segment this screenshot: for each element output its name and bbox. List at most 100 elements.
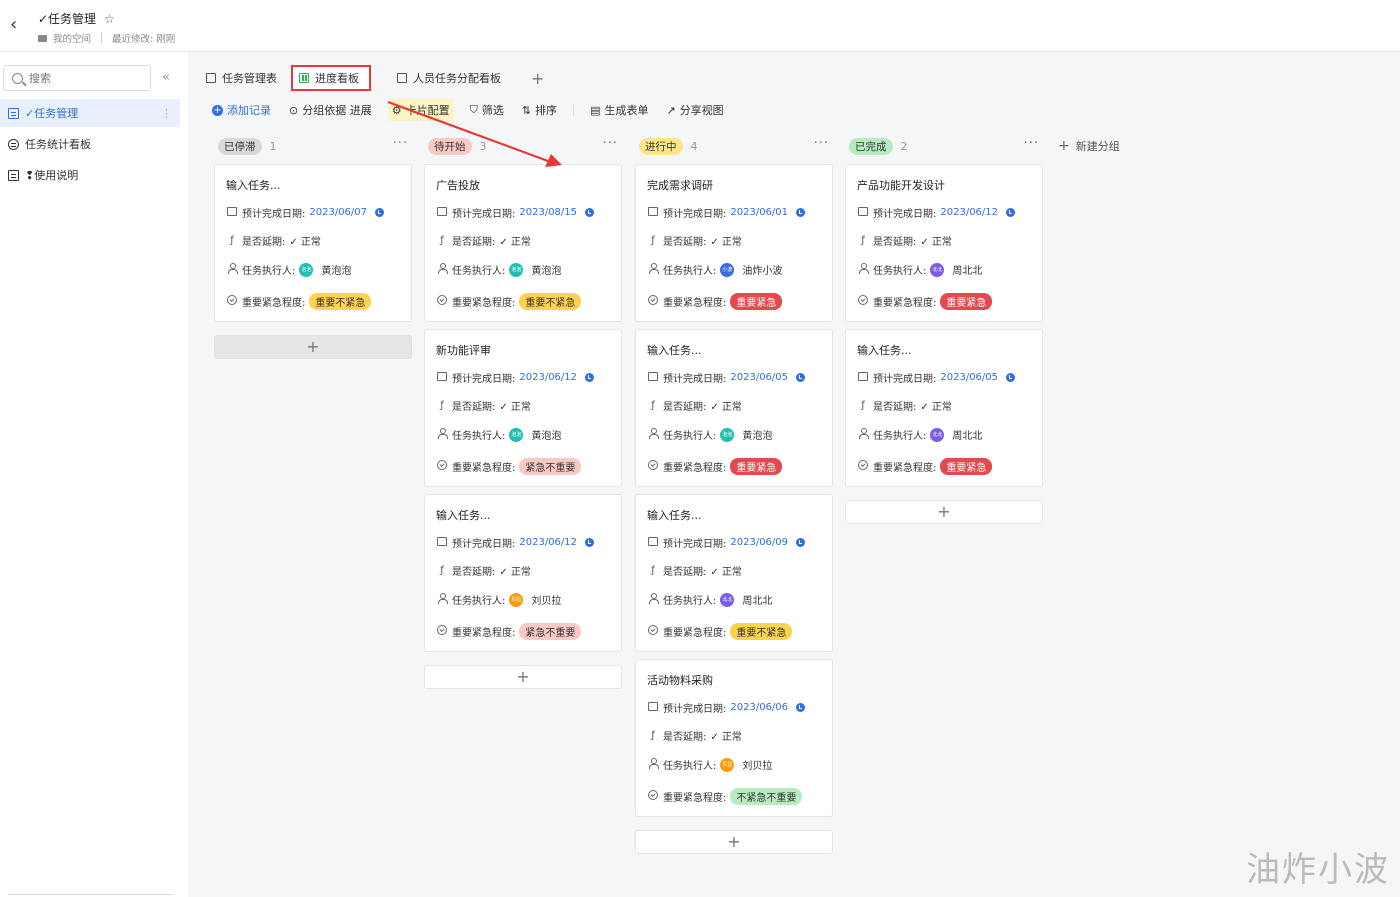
tab-assignment-board[interactable]: 人员任务分配看板 (391, 65, 511, 91)
task-card[interactable]: 输入任务... 预计完成日期: 2023/06/07 ƒ 是否延期: ✓ 正常 任务执行人:… (214, 164, 412, 322)
space-label[interactable]: 我的空间 (53, 31, 91, 45)
add-card-button[interactable]: + (214, 335, 412, 359)
main-area: 任务管理表 进度看板 人员任务分配看板 + + 添加记录 ⊙ 分组依据 进展 ⚙… (188, 52, 1400, 897)
alarm-icon (585, 208, 595, 217)
column-count: 2 (900, 139, 908, 153)
avatar: 泡泡 (720, 427, 735, 442)
user-icon (858, 428, 869, 439)
card-title: 输入任务... (647, 509, 702, 522)
owner-row: 任务执行人: 贝拉 刘贝拉 (436, 592, 561, 607)
task-card[interactable]: 输入任务... 预计完成日期: 2023/06/05 ƒ 是否延期: ✓ 正常 任务执行人:… (635, 329, 833, 487)
group-icon: ⊙ (289, 103, 299, 117)
status-badge[interactable]: 待开始 (428, 137, 472, 155)
status-badge[interactable]: 进行中 (639, 137, 683, 155)
more-icon[interactable]: ⋮ (161, 107, 172, 120)
more-icon[interactable]: ··· (1024, 136, 1039, 151)
select-icon (648, 790, 658, 800)
generate-form-button[interactable]: ▤ 生成表单 (588, 99, 650, 121)
card-title: 新功能评审 (436, 344, 491, 357)
plus-icon: + (1058, 138, 1070, 154)
more-icon[interactable]: ··· (603, 136, 618, 151)
owner-name: 油炸小波 (742, 266, 783, 277)
add-view-button[interactable]: + (531, 69, 544, 88)
card-title: 输入任务... (436, 509, 491, 522)
more-icon[interactable]: ··· (814, 136, 829, 151)
user-icon (437, 263, 448, 274)
avatar: 贝拉 (509, 592, 524, 607)
more-icon[interactable]: ··· (393, 136, 408, 151)
search-box[interactable] (3, 65, 151, 91)
field-label: 是否延期: (873, 237, 917, 248)
formula-icon: ƒ (651, 565, 655, 576)
tab-label: 人员任务分配看板 (413, 72, 501, 85)
column-count: 4 (690, 139, 698, 153)
sort-button[interactable]: ⇅ 排序 (520, 99, 559, 121)
task-card[interactable]: 活动物料采购 预计完成日期: 2023/06/06 ƒ 是否延期: ✓ 正常 任务执行人: 贝… (635, 659, 833, 817)
card-config-button[interactable]: ⚙ 卡片配置 (387, 99, 454, 121)
priority-row: 重要紧急程度: 重要不紧急 (647, 623, 793, 640)
task-card[interactable]: 完成需求调研 预计完成日期: 2023/06/01 ƒ 是否延期: ✓ 正常 任务执行人: 小… (635, 164, 833, 322)
filter-button[interactable]: ⛉ 筛选 (468, 99, 506, 121)
back-icon[interactable]: ‹ (10, 14, 26, 36)
doc-title[interactable]: ✓任务管理 (38, 10, 96, 27)
sidebar-item-task-management[interactable]: ✓任务管理 ⋮ (0, 99, 180, 127)
priority-row: 重要紧急程度: 重要紧急 (857, 458, 993, 475)
task-card[interactable]: 输入任务... 预计完成日期: 2023/06/09 ƒ 是否延期: ✓ 正常 任务执行人:… (635, 494, 833, 652)
task-card[interactable]: 输入任务... 预计完成日期: 2023/06/05 ƒ 是否延期: ✓ 正常 任务执行人:… (845, 329, 1043, 487)
add-card-button[interactable]: + (845, 500, 1043, 524)
add-card-button[interactable]: + (424, 665, 622, 689)
field-label: 重要紧急程度: (242, 298, 306, 309)
delay-row: ƒ 是否延期: ✓ 正常 (226, 233, 321, 248)
task-card[interactable]: 输入任务... 预计完成日期: 2023/06/12 ƒ 是否延期: ✓ 正常 任务执行人:… (424, 494, 622, 652)
priority-row: 重要紧急程度: 重要紧急 (647, 293, 783, 310)
column-count: 3 (479, 139, 487, 153)
divider (8, 894, 174, 895)
tab-task-table[interactable]: 任务管理表 (200, 65, 287, 91)
due-date: 2023/08/15 (519, 207, 578, 218)
due-date: 2023/06/09 (730, 537, 789, 548)
date-row: 预计完成日期: 2023/06/09 (647, 535, 806, 550)
card-title: 输入任务... (857, 344, 912, 357)
formula-icon: ƒ (861, 235, 865, 246)
dashboard-icon (8, 138, 19, 150)
collapse-sidebar-icon[interactable]: « (162, 70, 170, 85)
priority-badge: 紧急不重要 (519, 458, 582, 475)
priority-badge: 重要紧急 (730, 293, 783, 310)
watermark: 油炸小波 (1246, 850, 1390, 890)
due-date: 2023/06/01 (730, 207, 789, 218)
filter-icon: ⛉ (469, 103, 478, 116)
group-by-button[interactable]: ⊙ 分组依据 进展 (287, 99, 374, 121)
gear-icon: ⚙ (391, 103, 402, 117)
sidebar-item-stats-dashboard[interactable]: 任务统计看板 (0, 130, 180, 158)
star-icon[interactable]: ☆ (104, 12, 115, 26)
status-badge[interactable]: 已停滞 (218, 137, 262, 155)
field-label: 是否延期: (452, 567, 496, 578)
user-icon (437, 593, 448, 604)
task-card[interactable]: 产品功能开发设计 预计完成日期: 2023/06/12 ƒ 是否延期: ✓ 正常 任务执行人… (845, 164, 1043, 322)
plus-icon: + (212, 104, 223, 116)
doc-icon (8, 169, 19, 181)
column-header: 待开始 3 ··· (424, 136, 622, 156)
user-icon (858, 263, 869, 274)
user-icon (227, 263, 238, 274)
new-group-button[interactable]: + 新建分组 (1058, 136, 1120, 156)
search-input[interactable] (29, 71, 139, 85)
priority-row: 重要紧急程度: 不紧急不重要 (647, 788, 803, 805)
task-card[interactable]: 广告投放 预计完成日期: 2023/08/15 ƒ 是否延期: ✓ 正常 任务执行人: 泡泡黄… (424, 164, 622, 322)
tab-progress-board[interactable]: 进度看板 (291, 65, 371, 91)
add-record-button[interactable]: + 添加记录 (210, 99, 273, 121)
field-label: 预计完成日期: (663, 539, 727, 550)
add-card-button[interactable]: + (635, 830, 833, 854)
alarm-icon (1006, 373, 1016, 382)
status-badge[interactable]: 已完成 (849, 137, 893, 155)
field-label: 任务执行人: (452, 596, 506, 607)
field-label: 重要紧急程度: (873, 463, 937, 474)
alarm-icon (1006, 208, 1016, 217)
sidebar-item-instructions[interactable]: ❢使用说明 (0, 161, 180, 189)
task-card[interactable]: 新功能评审 预计完成日期: 2023/06/12 ƒ 是否延期: ✓ 正常 任务执行人: 泡泡… (424, 329, 622, 487)
formula-icon: ƒ (440, 235, 444, 246)
form-icon: ▤ (590, 103, 601, 117)
owner-row: 任务执行人: 泡泡 黄泡泡 (436, 262, 561, 277)
field-label: 重要紧急程度: (452, 628, 516, 639)
share-view-button[interactable]: ↗ 分享视图 (664, 99, 725, 121)
